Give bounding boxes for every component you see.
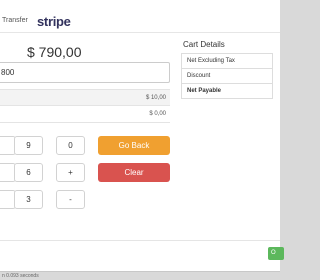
ok-button[interactable]: O: [268, 247, 284, 260]
keypad-key-3[interactable]: 3: [14, 190, 43, 209]
cart-row-discount: Discount: [181, 68, 273, 84]
clear-button[interactable]: Clear: [98, 163, 170, 182]
payment-modal: Transfer stripe $ 790,00 $ 10,00 $ 0,00 …: [0, 0, 284, 272]
tab-transfer[interactable]: Transfer: [2, 17, 28, 24]
cart-details-title: Cart Details: [183, 40, 225, 49]
cart-row-net-payable: Net Payable: [181, 83, 273, 99]
payment-amount-input[interactable]: [0, 62, 170, 83]
modal-footer-divider: [0, 240, 280, 241]
keypad-key-minus[interactable]: -: [56, 190, 85, 209]
keypad-key-9[interactable]: 9: [14, 136, 43, 155]
keypad-key-0[interactable]: 0: [56, 136, 85, 155]
summary-row: $ 0,00: [0, 106, 170, 123]
amount-due: $ 790,00: [27, 44, 82, 60]
keypad-key-plus[interactable]: +: [56, 163, 85, 182]
payment-tabs: Transfer stripe: [0, 0, 280, 33]
tab-stripe[interactable]: stripe: [37, 14, 71, 29]
summary-value: $ 10,00: [145, 95, 166, 101]
go-back-button[interactable]: Go Back: [98, 136, 170, 155]
summary-value: $ 0,00: [149, 111, 166, 117]
status-text: n 0.093 seconds: [2, 273, 39, 279]
cart-row-net-excluding-tax: Net Excluding Tax: [181, 53, 273, 69]
summary-row: $ 10,00: [0, 89, 170, 106]
keypad-key-6[interactable]: 6: [14, 163, 43, 182]
